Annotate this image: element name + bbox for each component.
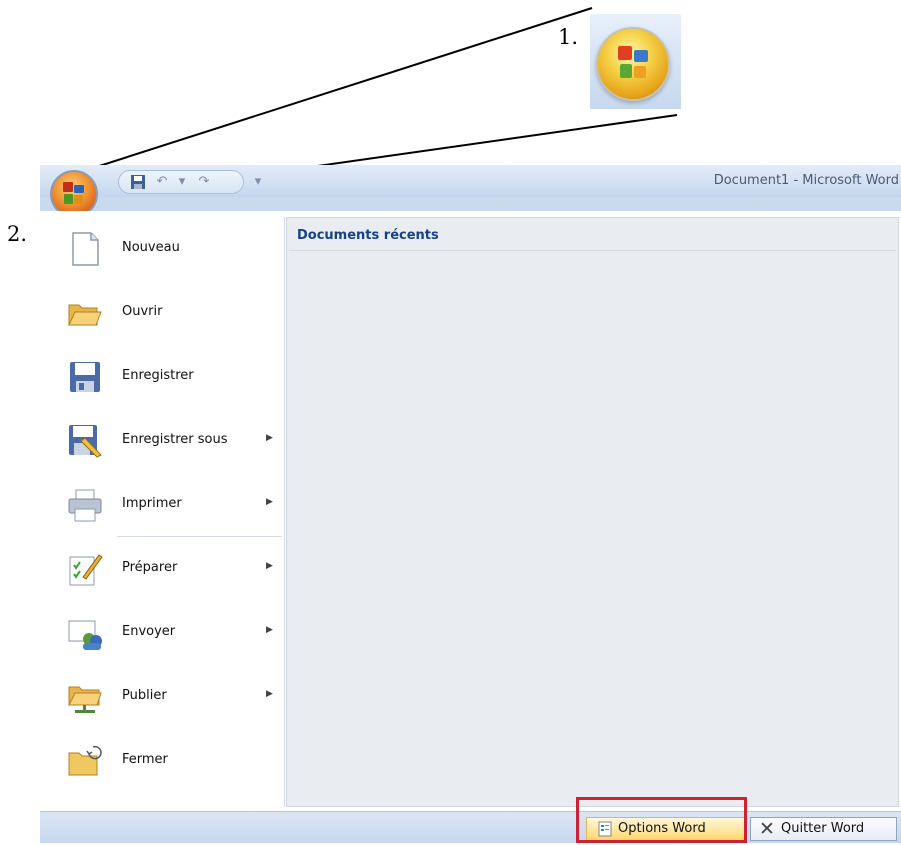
close-folder-icon [67,743,103,779]
menu-item-enregistrer[interactable]: Enregistrer [52,345,284,409]
prepare-pen-icon [67,551,103,587]
menu-item-label: Préparer [122,560,178,575]
menu-item-fermer[interactable]: Fermer [52,729,284,793]
menu-item-nouveau[interactable]: Nouveau [52,217,284,281]
close-x-icon: ✕ [759,818,775,840]
word-options-label: Options Word [618,821,706,836]
office-menu: Nouveau Ouvrir Enregistrer Enregistrer s… [40,211,901,811]
title-bar: ↶ ▾ ↷ ▾ Document1 - Microsoft Word [40,165,901,197]
submenu-arrow-icon: ▶ [266,433,273,443]
undo-icon[interactable]: ↶ [153,174,171,190]
word-options-button[interactable]: Options Word [586,817,745,841]
send-icon [67,615,103,651]
menu-footer: Options Word ✕ Quitter Word [40,811,901,843]
undo-dropdown-icon[interactable]: ▾ [173,174,191,190]
submenu-arrow-icon: ▶ [266,561,273,571]
menu-item-label: Imprimer [122,496,182,511]
menu-item-publier[interactable]: Publier ▶ [52,665,284,729]
recent-documents-panel: Documents récents [286,217,899,807]
menu-item-label: Nouveau [122,240,180,255]
submenu-arrow-icon: ▶ [266,689,273,699]
office-orb-icon [596,27,670,101]
menu-commands: Nouveau Ouvrir Enregistrer Enregistrer s… [52,217,285,807]
word-window: ↶ ▾ ↷ ▾ Document1 - Microsoft Word Nouve… [40,165,901,843]
menu-separator [117,536,282,537]
quit-word-label: Quitter Word [781,821,865,836]
menu-item-preparer[interactable]: Préparer ▶ [52,537,284,601]
header-divider [289,250,896,251]
new-document-icon [67,231,103,267]
menu-item-label: Envoyer [122,624,176,639]
publish-folder-icon [67,679,103,715]
submenu-arrow-icon: ▶ [266,497,273,507]
customize-toolbar-icon[interactable]: ▾ [249,174,267,190]
menu-item-label: Ouvrir [122,304,163,319]
options-document-icon [597,821,613,837]
save-disk-icon [67,359,103,395]
menu-item-envoyer[interactable]: Envoyer ▶ [52,601,284,665]
printer-icon [67,487,103,523]
menu-item-ouvrir[interactable]: Ouvrir [52,281,284,345]
menu-item-imprimer[interactable]: Imprimer ▶ [52,473,284,537]
save-icon[interactable] [129,174,147,190]
submenu-arrow-icon: ▶ [266,625,273,635]
menu-item-label: Fermer [122,752,168,767]
step-1-label: 1. [558,25,579,49]
menu-item-label: Publier [122,688,167,703]
menu-item-label: Enregistrer sous [122,432,228,447]
step-2-label: 2. [7,222,28,246]
quit-word-button[interactable]: ✕ Quitter Word [750,817,897,841]
save-as-icon [67,423,103,459]
menu-item-label: Enregistrer [122,368,194,383]
menu-item-enregistrer-sous[interactable]: Enregistrer sous ▶ [52,409,284,473]
open-folder-icon [67,295,103,331]
recent-documents-header: Documents récents [297,228,439,243]
quick-access-toolbar: ↶ ▾ ↷ ▾ [118,170,261,194]
redo-icon[interactable]: ↷ [195,174,213,190]
office-button-zoom [590,14,681,109]
window-title: Document1 - Microsoft Word [713,173,899,188]
